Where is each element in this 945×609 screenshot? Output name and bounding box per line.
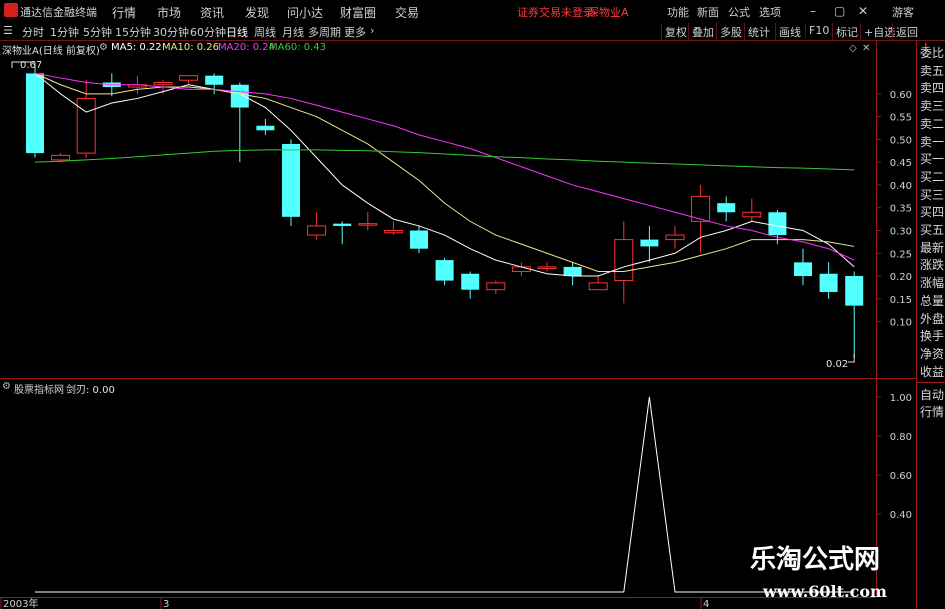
candle-body-up <box>742 211 762 218</box>
candle-body-down <box>256 125 275 131</box>
date-label: 3 <box>163 599 169 609</box>
watermark-title: 乐淘公式网 <box>750 545 881 575</box>
ma5-line <box>34 72 855 277</box>
side-panel-item[interactable]: 涨幅 <box>919 274 945 291</box>
side-panel-item[interactable]: 买二 <box>919 168 945 185</box>
side-panel-item[interactable]: 卖二 <box>919 115 945 132</box>
side-panel-item[interactable]: 最新 <box>919 239 945 256</box>
candle-body-down <box>640 239 659 247</box>
low-price-label: 0.02 <box>826 359 848 370</box>
side-panel-item[interactable]: 买五 <box>919 221 945 238</box>
candle-body-down <box>282 143 300 217</box>
candle-body-down <box>205 75 224 85</box>
candle-body-down <box>563 266 582 277</box>
candle-body-down <box>410 230 428 249</box>
candle-body-up <box>665 234 685 241</box>
price-tick-label: 0.20 <box>890 272 912 283</box>
candle-body-down <box>819 273 838 292</box>
side-panel-item[interactable]: 净资 <box>919 345 945 362</box>
low-marker-arrow <box>848 354 855 363</box>
side-panel-item[interactable]: 买一 <box>919 150 945 167</box>
candle-body-down <box>768 212 787 236</box>
candle-body-down <box>230 84 249 108</box>
price-tick-label: 0.60 <box>890 90 912 101</box>
candle-body-down <box>26 73 44 154</box>
candle-body-up <box>358 223 378 226</box>
side-panel-bottom-item[interactable]: 自动 <box>919 386 945 403</box>
side-panel-item[interactable]: 外盘 <box>919 310 945 327</box>
candle-body-down <box>435 260 454 281</box>
candle-body-up <box>486 282 506 291</box>
side-panel-item[interactable]: 买四 <box>919 203 945 220</box>
price-tick-label: 0.45 <box>890 158 912 169</box>
chart-canvas[interactable]: 0.60 0.55 0.50 0.45 0.40 0.35 0.30 0.25 0.20 0.15… <box>0 0 945 609</box>
price-tick-label: 0.55 <box>890 113 912 124</box>
side-panel-item[interactable]: 买三 <box>919 186 945 203</box>
ma60-line <box>34 149 855 171</box>
candle-body-down <box>794 262 812 277</box>
candle-body-up <box>179 75 199 81</box>
sub-tick-label: 0.40 <box>890 510 912 521</box>
candle-body-up <box>76 97 96 154</box>
candle-body-down <box>333 223 352 226</box>
candle-body-down <box>845 276 864 306</box>
candle-body-up <box>51 154 71 161</box>
side-panel-item[interactable]: 涨跌 <box>919 256 945 273</box>
candle-body-up <box>588 282 608 291</box>
side-panel-item[interactable]: 卖五 <box>919 62 945 79</box>
side-panel-item[interactable]: 卖一 <box>919 133 945 150</box>
date-label: 2003年 <box>3 597 38 609</box>
sub-tick-label: 1.00 <box>890 393 912 404</box>
price-tick-label: 0.10 <box>890 318 912 329</box>
side-panel-item[interactable]: 卖三 <box>919 97 945 114</box>
candle-body-up <box>537 266 557 269</box>
ma20-line <box>34 72 855 261</box>
side-panel-item[interactable]: 卖四 <box>919 79 945 96</box>
side-panel-bottom-item[interactable]: 行情 <box>919 403 945 420</box>
candle-body-down <box>461 273 480 290</box>
candle-body-down <box>717 203 736 213</box>
candle-body-up <box>383 229 403 234</box>
price-tick-label: 0.15 <box>890 295 912 306</box>
price-tick-label: 0.50 <box>890 135 912 146</box>
sub-tick-label: 0.60 <box>890 471 912 482</box>
price-tick-label: 0.30 <box>890 226 912 237</box>
ma10-line <box>34 72 855 272</box>
side-panel-item[interactable]: 总量 <box>919 292 945 309</box>
candle-body-up <box>307 225 327 236</box>
date-label: 4 <box>703 599 709 609</box>
candle-body-up <box>153 81 173 86</box>
price-tick-label: 0.40 <box>890 181 912 192</box>
candle-body-up <box>511 266 531 272</box>
watermark-url: www.60lt.com <box>763 582 887 601</box>
side-panel-item[interactable]: 委比 <box>919 44 945 61</box>
blade-indicator-line <box>35 396 855 593</box>
side-panel-item[interactable]: 收益 <box>919 363 945 380</box>
sub-tick-label: 0.80 <box>890 432 912 443</box>
candle-body-up <box>614 239 634 282</box>
price-tick-label: 0.35 <box>890 204 912 215</box>
side-panel-item[interactable]: 换手 <box>919 327 945 344</box>
price-tick-label: 0.25 <box>890 249 912 260</box>
